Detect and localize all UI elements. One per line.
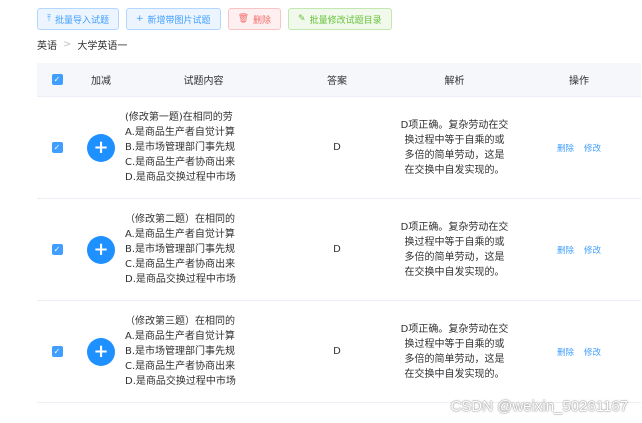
option-b: B.是市场管理部门事先规 bbox=[125, 142, 236, 153]
add-circle-button[interactable]: + bbox=[87, 235, 115, 264]
row-content-cell: （修改第二题）在相同的 A.是商品生产者自觉计算 B.是市场管理部门事先规 C.… bbox=[125, 212, 282, 287]
option-d: D.是商品交换过程中市场 bbox=[125, 172, 236, 183]
plus-icon: + bbox=[93, 238, 109, 260]
option-c: C.是商品生产者协商出来 bbox=[125, 157, 236, 168]
row-checkbox[interactable]: ✓ bbox=[51, 244, 63, 255]
answer-cell: D bbox=[333, 346, 341, 357]
edit-link[interactable]: 修改 bbox=[584, 142, 601, 154]
delete-link[interactable]: 删除 bbox=[557, 142, 574, 154]
delete-label: 删除 bbox=[253, 15, 272, 26]
table-row: ✓ + （修改第三题）在相同的 A.是商品生产者自觉计算 B.是市场管理部门事先… bbox=[37, 301, 641, 403]
header-answer: 答案 bbox=[327, 76, 347, 87]
breadcrumb-item-subject[interactable]: 英语 bbox=[37, 37, 57, 52]
row-add-cell: + bbox=[77, 337, 125, 366]
header-analysis: 解析 bbox=[444, 76, 465, 87]
question-stem: (修改第一题)在相同的劳 bbox=[125, 112, 233, 123]
row-check-cell: ✓ bbox=[37, 142, 77, 153]
option-a: A.是商品生产者自觉计算 bbox=[125, 331, 235, 342]
analysis-text: D项正确。复杂劳动在交换过程中等于自乘的或多倍的简单劳动，这是在交换中自发实现的… bbox=[400, 323, 509, 380]
ops-cell: 删除 修改 bbox=[517, 244, 641, 256]
question-stem: （修改第三题）在相同的 bbox=[125, 316, 235, 327]
option-b: B.是市场管理部门事先规 bbox=[125, 244, 236, 255]
delete-link[interactable]: 删除 bbox=[557, 346, 574, 358]
chevron-right-icon: > bbox=[63, 39, 72, 50]
analysis-cell: D项正确。复杂劳动在交换过程中等于自乘的或多倍的简单劳动，这是在交换中自发实现的… bbox=[392, 118, 517, 178]
breadcrumb: 英语 > 大学英语一 bbox=[37, 37, 127, 52]
analysis-text: D项正确。复杂劳动在交换过程中等于自乘的或多倍的简单劳动，这是在交换中自发实现的… bbox=[400, 221, 509, 278]
option-a: A.是商品生产者自觉计算 bbox=[125, 229, 235, 240]
table-row: ✓ + （修改第二题）在相同的 A.是商品生产者自觉计算 B.是市场管理部门事先… bbox=[37, 199, 641, 301]
batch-import-button[interactable]: ⤒ 批量导入试题 bbox=[37, 8, 119, 30]
breadcrumb-item-course: 大学英语一 bbox=[77, 41, 128, 52]
edit-link[interactable]: 修改 bbox=[584, 244, 601, 256]
question-content: (修改第一题)在相同的劳 A.是商品生产者自觉计算 B.是市场管理部门事先规 C… bbox=[125, 110, 240, 185]
header-ops: 操作 bbox=[569, 76, 589, 87]
upload-icon: ⤒ bbox=[47, 13, 51, 24]
batch-import-label: 批量导入试题 bbox=[54, 15, 109, 26]
analysis-text: D项正确。复杂劳动在交换过程中等于自乘的或多倍的简单劳动，这是在交换中自发实现的… bbox=[400, 119, 509, 176]
analysis-cell: D项正确。复杂劳动在交换过程中等于自乘的或多倍的简单劳动，这是在交换中自发实现的… bbox=[392, 322, 517, 382]
option-d: D.是商品交换过程中市场 bbox=[125, 274, 236, 285]
row-check-cell: ✓ bbox=[37, 244, 77, 255]
analysis-cell: D项正确。复杂劳动在交换过程中等于自乘的或多倍的简单劳动，这是在交换中自发实现的… bbox=[392, 220, 517, 280]
row-check-cell: ✓ bbox=[37, 346, 77, 357]
ops-cell: 删除 修改 bbox=[517, 142, 641, 154]
row-content-cell: (修改第一题)在相同的劳 A.是商品生产者自觉计算 B.是市场管理部门事先规 C… bbox=[125, 110, 282, 185]
select-all-checkbox[interactable]: ✓ bbox=[51, 74, 63, 85]
question-stem: （修改第二题）在相同的 bbox=[125, 214, 235, 225]
answer-cell: D bbox=[333, 244, 341, 255]
edit-link[interactable]: 修改 bbox=[584, 346, 601, 358]
question-content: （修改第三题）在相同的 A.是商品生产者自觉计算 B.是市场管理部门事先规 C.… bbox=[125, 314, 240, 389]
option-d: D.是商品交换过程中市场 bbox=[125, 376, 236, 387]
add-image-question-button[interactable]: + 新增带图片试题 bbox=[126, 8, 221, 30]
row-content-cell: （修改第三题）在相同的 A.是商品生产者自觉计算 B.是市场管理部门事先规 C.… bbox=[125, 314, 282, 389]
batch-edit-catalog-label: 批量修改试题目录 bbox=[309, 15, 382, 26]
table-header: ✓ 加减 试题内容 答案 解析 操作 bbox=[37, 63, 641, 97]
batch-edit-catalog-button[interactable]: ✎ 批量修改试题目录 bbox=[288, 8, 392, 30]
row-add-cell: + bbox=[77, 235, 125, 264]
option-b: B.是市场管理部门事先规 bbox=[125, 346, 236, 357]
header-add: 加减 bbox=[91, 76, 111, 87]
select-all-cell: ✓ bbox=[37, 74, 77, 85]
header-content: 试题内容 bbox=[183, 76, 224, 87]
table-row: ✓ + (修改第一题)在相同的劳 A.是商品生产者自觉计算 B.是市场管理部门事… bbox=[37, 97, 641, 199]
trash-icon: 🗑 bbox=[237, 13, 249, 24]
add-image-question-label: 新增带图片试题 bbox=[147, 15, 211, 26]
delete-button[interactable]: 🗑 删除 bbox=[227, 8, 282, 30]
plus-icon: + bbox=[93, 136, 109, 158]
option-c: C.是商品生产者协商出来 bbox=[125, 361, 236, 372]
add-circle-button[interactable]: + bbox=[87, 337, 115, 366]
toolbar: ⤒ 批量导入试题 + 新增带图片试题 🗑 删除 ✎ 批量修改试题目录 bbox=[37, 8, 392, 30]
add-circle-button[interactable]: + bbox=[87, 133, 115, 162]
row-add-cell: + bbox=[77, 133, 125, 162]
edit-icon: ✎ bbox=[298, 13, 306, 24]
question-table: ✓ 加减 试题内容 答案 解析 操作 ✓ + (修改第一题)在相同的劳 A.是商… bbox=[37, 63, 641, 403]
plus-icon: + bbox=[93, 340, 109, 362]
ops-cell: 删除 修改 bbox=[517, 346, 641, 358]
row-checkbox[interactable]: ✓ bbox=[51, 142, 63, 153]
answer-cell: D bbox=[333, 142, 341, 153]
option-c: C.是商品生产者协商出来 bbox=[125, 259, 236, 270]
question-content: （修改第二题）在相同的 A.是商品生产者自觉计算 B.是市场管理部门事先规 C.… bbox=[125, 212, 240, 287]
row-checkbox[interactable]: ✓ bbox=[51, 346, 63, 357]
plus-icon: + bbox=[136, 13, 144, 24]
watermark: CSDN @weixin_50261167 bbox=[450, 398, 628, 415]
delete-link[interactable]: 删除 bbox=[557, 244, 574, 256]
option-a: A.是商品生产者自觉计算 bbox=[125, 127, 235, 138]
